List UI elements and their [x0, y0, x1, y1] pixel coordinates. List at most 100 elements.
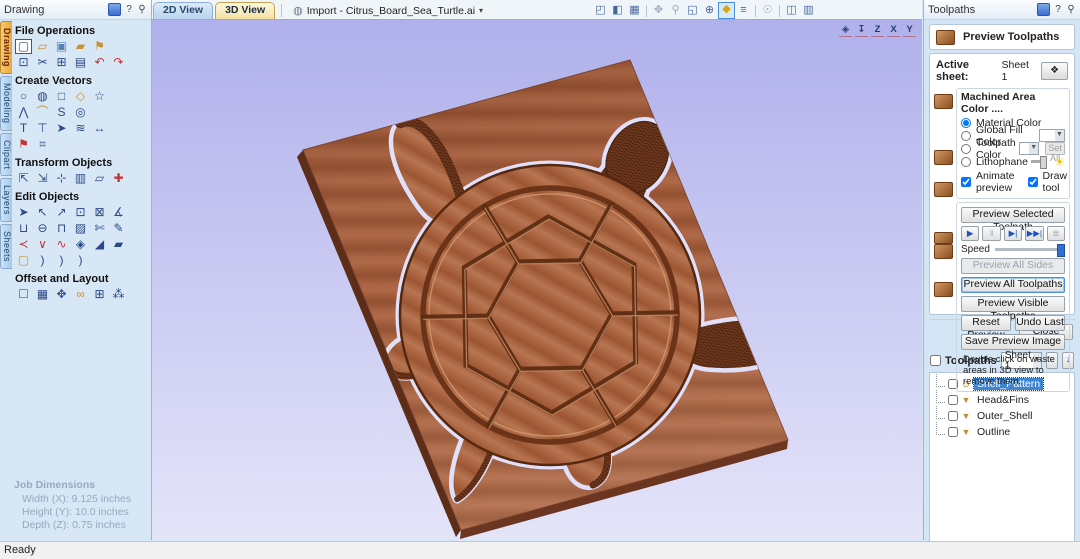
preview-all-toolpaths-button[interactable]: Preview All Toolpaths — [961, 277, 1065, 293]
toolpath-drawing-icon[interactable]: ≡ — [735, 3, 752, 18]
import-job-selector[interactable]: ◍ Import - Citrus_Board_Sea_Turtle.ai ▾ — [293, 4, 483, 18]
join-smooth-icon[interactable]: ) — [53, 253, 70, 268]
speed-slider[interactable] — [994, 244, 1065, 257]
subtract-tool-icon[interactable]: ⊖ — [34, 221, 51, 236]
tile-vertical-icon[interactable]: ▥ — [800, 3, 817, 18]
toolpath-item-outer-shell[interactable]: Outer_Shell — [974, 410, 1035, 422]
letter-spacing-tool-icon[interactable]: ↔ — [91, 121, 108, 136]
lithophane-radio[interactable] — [961, 156, 971, 167]
center-tool-icon[interactable]: ✚ — [110, 171, 127, 186]
scale-tool-icon[interactable]: ⇲ — [34, 171, 51, 186]
zoom-in-icon[interactable]: ⊕ — [701, 3, 718, 18]
open-file-icon[interactable]: ▱ — [34, 39, 51, 54]
move-tool-icon[interactable]: ⇱ — [15, 171, 32, 186]
arc-fit-tool-icon[interactable]: ≺ — [15, 237, 32, 252]
arc-tool-icon[interactable]: ⌒ — [34, 105, 51, 120]
fillet-tool-icon[interactable]: ◢ — [91, 237, 108, 252]
zoom-out-icon[interactable]: ⚲ — [667, 3, 684, 18]
zoom-window-icon[interactable]: ◱ — [684, 3, 701, 18]
tab-3d-view[interactable]: 3D View — [215, 2, 276, 19]
preview-selected-toolpath-button[interactable]: Preview Selected Toolpath — [961, 207, 1065, 233]
circle-tool-icon[interactable]: ○ — [15, 89, 32, 104]
view-along-z-icon[interactable]: Z — [871, 23, 884, 37]
top-view-icon[interactable]: ↧ — [855, 23, 868, 37]
chain-copy-tool-icon[interactable]: ∞ — [72, 287, 89, 302]
hatch-tool-icon[interactable]: ▨ — [72, 221, 89, 236]
join-vectors-icon[interactable]: ) — [34, 253, 51, 268]
dock-icon[interactable] — [1037, 3, 1050, 16]
step-forward-icon[interactable]: ▶| — [1003, 226, 1023, 241]
tile-horizontal-icon[interactable]: ◫ — [783, 3, 800, 18]
new-file-icon[interactable]: ▢ — [15, 39, 32, 54]
preview-toolpaths-banner[interactable]: Preview Toolpaths — [929, 24, 1075, 50]
view-along-y-icon[interactable]: Y — [903, 23, 916, 37]
zoom-box-icon[interactable]: ◰ — [592, 3, 609, 18]
ellipse-tool-icon[interactable]: ◍ — [34, 89, 51, 104]
skip-to-end-icon[interactable]: ▶▶| — [1025, 226, 1044, 241]
selection-box-icon[interactable]: ⊡ — [15, 55, 32, 70]
weld-tool-icon[interactable]: ⊔ — [15, 221, 32, 236]
sharpen-tool-icon[interactable]: ∨ — [34, 237, 51, 252]
distort-tool-icon[interactable]: ▱ — [91, 171, 108, 186]
delete-window-icon[interactable]: ⊠ — [91, 205, 108, 220]
toolpath-visible-checkbox[interactable] — [948, 395, 958, 405]
toolpath-item-head-fins[interactable]: Head&Fins — [974, 394, 1032, 406]
transform-select-tool-icon[interactable]: ↗ — [53, 205, 70, 220]
measure-window-icon[interactable]: ⊡ — [72, 205, 89, 220]
animate-preview-checkbox[interactable] — [961, 177, 971, 187]
rectangle-tool-icon[interactable]: □ — [53, 89, 70, 104]
reset-preview-button[interactable]: Reset Preview — [961, 315, 1011, 341]
material-color-radio[interactable] — [961, 117, 971, 128]
global-fill-color-dropdown[interactable]: ▼ — [1038, 129, 1065, 142]
text-box-tool-icon[interactable]: ⊤ — [34, 121, 51, 136]
toolpath-item-outline[interactable]: Outline — [974, 426, 1013, 438]
text-on-curve-tool-icon[interactable]: ≋ — [72, 121, 89, 136]
preview-3d-canvas[interactable]: ◈ ↧ Z X Y — [152, 20, 922, 540]
offset-shape-tool-icon[interactable]: ◈ — [72, 237, 89, 252]
node-edit-tool-icon[interactable]: ↖ — [34, 205, 51, 220]
side-tab-layers[interactable]: Layers — [0, 178, 12, 223]
circular-array-tool-icon[interactable]: ✥ — [53, 287, 70, 302]
import-file-icon[interactable]: ⚑ — [91, 39, 108, 54]
side-tab-sheets[interactable]: Sheets — [0, 224, 12, 270]
grid-toggle-icon[interactable]: ▦ — [626, 3, 643, 18]
toolpaths-master-checkbox[interactable] — [930, 355, 941, 366]
tab-2d-view[interactable]: 2D View — [153, 2, 214, 19]
measure-tool-icon[interactable]: ∡ — [110, 205, 127, 220]
run-to-end-icon[interactable]: ≣ — [1046, 226, 1066, 241]
align-tool-icon[interactable]: ⊹ — [53, 171, 70, 186]
curve-fit-tool-icon[interactable]: ∿ — [53, 237, 70, 252]
play-icon[interactable]: ▶ — [961, 226, 980, 241]
split-view-icon[interactable]: ◧ — [609, 3, 626, 18]
side-tab-drawing[interactable]: Drawing — [0, 21, 12, 75]
polyline-tool-icon[interactable]: ⋀ — [15, 105, 32, 120]
array-copy-tool-icon[interactable]: ▦ — [34, 287, 51, 302]
preview-visible-toolpaths-button[interactable]: Preview Visible Toolpaths — [961, 296, 1065, 322]
toolpath-color-radio[interactable] — [961, 143, 971, 154]
save-preview-image-button[interactable]: Save Preview Image — [961, 334, 1065, 350]
iso-view-icon[interactable]: ◈ — [839, 23, 852, 37]
side-tab-clipart[interactable]: Clipart — [0, 132, 12, 177]
open-recent-icon[interactable]: ▰ — [72, 39, 89, 54]
lithophane-slider[interactable] — [1030, 156, 1048, 169]
redo-icon[interactable]: ↷ — [110, 55, 127, 70]
smooth-tool-icon[interactable]: ✎ — [110, 221, 127, 236]
preview-all-sides-button[interactable]: Preview All Sides — [961, 258, 1065, 274]
undo-icon[interactable]: ↶ — [91, 55, 108, 70]
curve-tool-icon[interactable]: S — [53, 105, 70, 120]
rotate-view-icon[interactable]: ☉ — [759, 3, 776, 18]
save-file-icon[interactable]: ▣ — [53, 39, 70, 54]
rounded-rect-tool-icon[interactable]: ▢ — [15, 253, 32, 268]
copy-icon[interactable]: ⊞ — [53, 55, 70, 70]
pin-icon[interactable]: ⚲ — [137, 4, 147, 15]
star-tool-icon[interactable]: ☆ — [91, 89, 108, 104]
pause-icon[interactable]: ‖ — [982, 226, 1001, 241]
select-tool-icon[interactable]: ➤ — [15, 205, 32, 220]
pin-icon[interactable]: ⚲ — [1066, 4, 1076, 15]
toolpath-visible-checkbox[interactable] — [948, 411, 958, 421]
text-select-tool-icon[interactable]: ➤ — [53, 121, 70, 136]
text-tool-icon[interactable]: T — [15, 121, 32, 136]
toolpath-color-dropdown[interactable]: ▼ — [1019, 142, 1040, 155]
help-icon[interactable]: ? — [1053, 4, 1063, 15]
spiral-tool-icon[interactable]: ◎ — [72, 105, 89, 120]
